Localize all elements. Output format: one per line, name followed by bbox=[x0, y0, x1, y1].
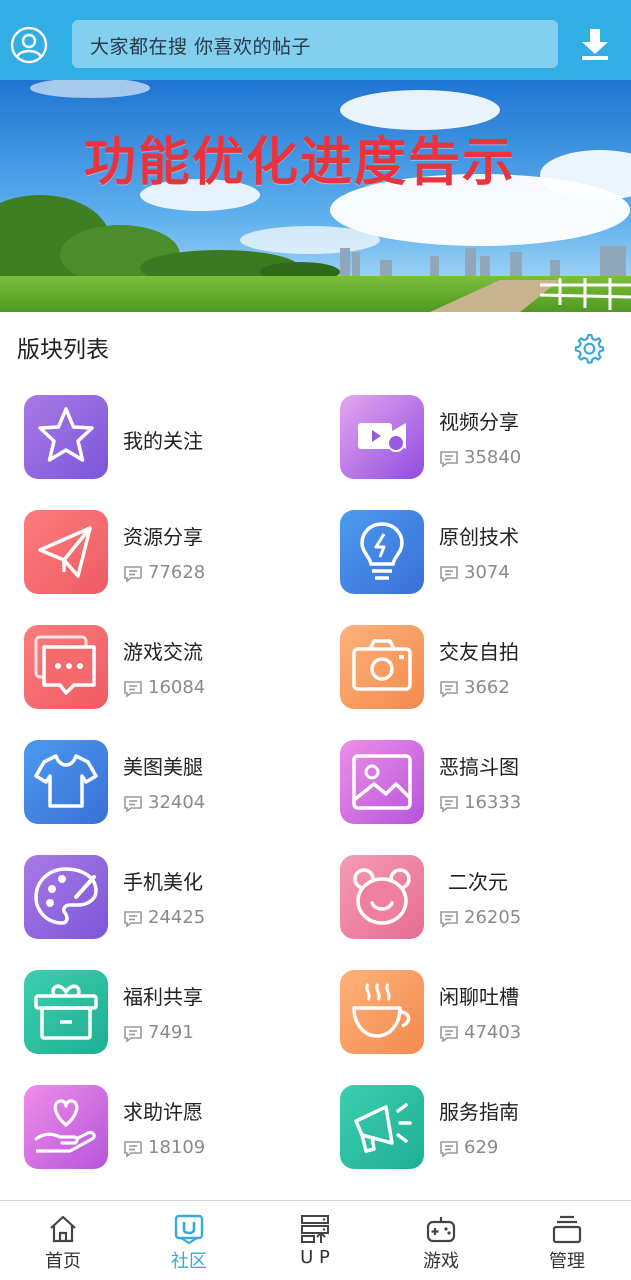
heart-hand-icon bbox=[24, 1085, 108, 1169]
comment-icon bbox=[124, 681, 142, 698]
comment-icon bbox=[124, 1026, 142, 1043]
nav-manage[interactable]: 管理 bbox=[504, 1201, 630, 1280]
comment-icon bbox=[440, 796, 458, 813]
forum-item-game-chat[interactable]: 游戏交流 16084 bbox=[24, 625, 324, 715]
post-count-value: 16333 bbox=[464, 792, 522, 813]
forum-name: 服务指南 bbox=[439, 1100, 519, 1124]
forum-name: 手机美化 bbox=[123, 870, 203, 894]
megaphone-icon bbox=[340, 1085, 424, 1169]
download-icon[interactable] bbox=[578, 26, 612, 62]
forum-item-selfie[interactable]: 交友自拍 3662 bbox=[340, 625, 631, 715]
nav-community[interactable]: 社区 bbox=[126, 1201, 252, 1280]
forum-item-original-tech[interactable]: 原创技术 3074 bbox=[340, 510, 631, 600]
forum-item-phone-theme[interactable]: 手机美化 24425 bbox=[24, 855, 324, 945]
forum-name: 闲聊吐槽 bbox=[439, 985, 519, 1009]
post-count-value: 3074 bbox=[464, 562, 510, 583]
video-icon bbox=[340, 395, 424, 479]
bottom-nav: 首页 社区 U P 游戏 管理 bbox=[0, 1200, 631, 1280]
forum-name: 资源分享 bbox=[123, 525, 203, 549]
lightbulb-icon bbox=[340, 510, 424, 594]
forum-name: 美图美腿 bbox=[123, 755, 203, 779]
post-count-value: 32404 bbox=[148, 792, 206, 813]
gear-icon[interactable] bbox=[572, 331, 605, 364]
banner-image bbox=[0, 80, 631, 312]
palette-icon bbox=[24, 855, 108, 939]
comment-icon bbox=[124, 796, 142, 813]
comment-icon bbox=[440, 911, 458, 928]
star-icon bbox=[24, 395, 108, 479]
search-placeholder: 大家都在搜 你喜欢的帖子 bbox=[90, 36, 312, 58]
banner[interactable]: 功能优化进度告示 bbox=[0, 80, 631, 312]
tshirt-icon bbox=[24, 740, 108, 824]
bear-icon bbox=[340, 855, 424, 939]
post-count-value: 18109 bbox=[148, 1137, 206, 1158]
banner-title: 功能优化进度告示 bbox=[83, 133, 516, 193]
post-count-value: 35840 bbox=[464, 447, 522, 468]
search-input[interactable]: 大家都在搜 你喜欢的帖子 bbox=[72, 20, 558, 68]
nav-label: 管理 bbox=[549, 1251, 585, 1272]
forum-name: 交友自拍 bbox=[439, 640, 519, 664]
forum-name: 二次元 bbox=[448, 870, 508, 894]
top-bar: 大家都在搜 你喜欢的帖子 bbox=[0, 0, 631, 80]
forum-item-service-guide[interactable]: 服务指南 629 bbox=[340, 1085, 631, 1175]
comment-icon bbox=[124, 1141, 142, 1158]
home-icon bbox=[50, 1215, 76, 1243]
post-count-value: 3662 bbox=[464, 677, 510, 698]
forum-item-memes[interactable]: 恶搞斗图 16333 bbox=[340, 740, 631, 830]
comment-icon bbox=[440, 451, 458, 468]
stack-icon bbox=[552, 1215, 582, 1244]
post-count-value: 16084 bbox=[148, 677, 206, 698]
forum-name: 我的关注 bbox=[123, 429, 203, 453]
forum-item-chitchat[interactable]: 闲聊吐槽 47403 bbox=[340, 970, 631, 1060]
post-count-value: 24425 bbox=[148, 907, 206, 928]
nav-label: 首页 bbox=[45, 1251, 81, 1272]
post-count-value: 7491 bbox=[148, 1022, 194, 1043]
camera-icon bbox=[340, 625, 424, 709]
forum-item-video[interactable]: 视频分享 35840 bbox=[340, 395, 631, 485]
comment-icon bbox=[440, 681, 458, 698]
comment-icon bbox=[124, 911, 142, 928]
forum-item-help[interactable]: 求助许愿 18109 bbox=[24, 1085, 324, 1175]
nav-label: 游戏 bbox=[423, 1251, 459, 1272]
forum-item-welfare[interactable]: 福利共享 7491 bbox=[24, 970, 324, 1060]
gamepad-icon bbox=[426, 1217, 456, 1243]
post-count-value: 629 bbox=[464, 1137, 499, 1158]
nav-home[interactable]: 首页 bbox=[0, 1201, 126, 1280]
post-count-value: 77628 bbox=[148, 562, 206, 583]
post-count-value: 47403 bbox=[464, 1022, 522, 1043]
section-title: 版块列表 bbox=[17, 337, 109, 363]
forum-item-anime[interactable]: 二次元 26205 bbox=[340, 855, 631, 945]
comment-icon bbox=[440, 1141, 458, 1158]
forum-item-resources[interactable]: 资源分享 77628 bbox=[24, 510, 324, 600]
forum-name: 求助许愿 bbox=[123, 1100, 203, 1124]
comment-icon bbox=[124, 566, 142, 583]
forum-name: 福利共享 bbox=[123, 985, 203, 1009]
community-icon bbox=[174, 1214, 204, 1245]
nav-games[interactable]: 游戏 bbox=[378, 1201, 504, 1280]
paper-plane-icon bbox=[24, 510, 108, 594]
forum-name: 原创技术 bbox=[439, 525, 519, 549]
forum-item-following[interactable]: 我的关注 bbox=[24, 395, 324, 485]
server-upload-icon bbox=[301, 1215, 329, 1243]
nav-label: U P bbox=[300, 1247, 330, 1268]
user-circle-icon[interactable] bbox=[10, 26, 48, 64]
image-icon bbox=[340, 740, 424, 824]
forum-name: 游戏交流 bbox=[123, 640, 203, 664]
coffee-cup-icon bbox=[340, 970, 424, 1054]
post-count-value: 26205 bbox=[464, 907, 522, 928]
forum-name: 恶搞斗图 bbox=[439, 755, 519, 779]
forum-name: 视频分享 bbox=[439, 410, 519, 434]
chat-icon bbox=[24, 625, 108, 709]
gift-box-icon bbox=[24, 970, 108, 1054]
forum-item-pictures[interactable]: 美图美腿 32404 bbox=[24, 740, 324, 830]
nav-up[interactable]: U P bbox=[252, 1201, 378, 1280]
nav-label: 社区 bbox=[171, 1251, 207, 1272]
comment-icon bbox=[440, 1026, 458, 1043]
comment-icon bbox=[440, 566, 458, 583]
